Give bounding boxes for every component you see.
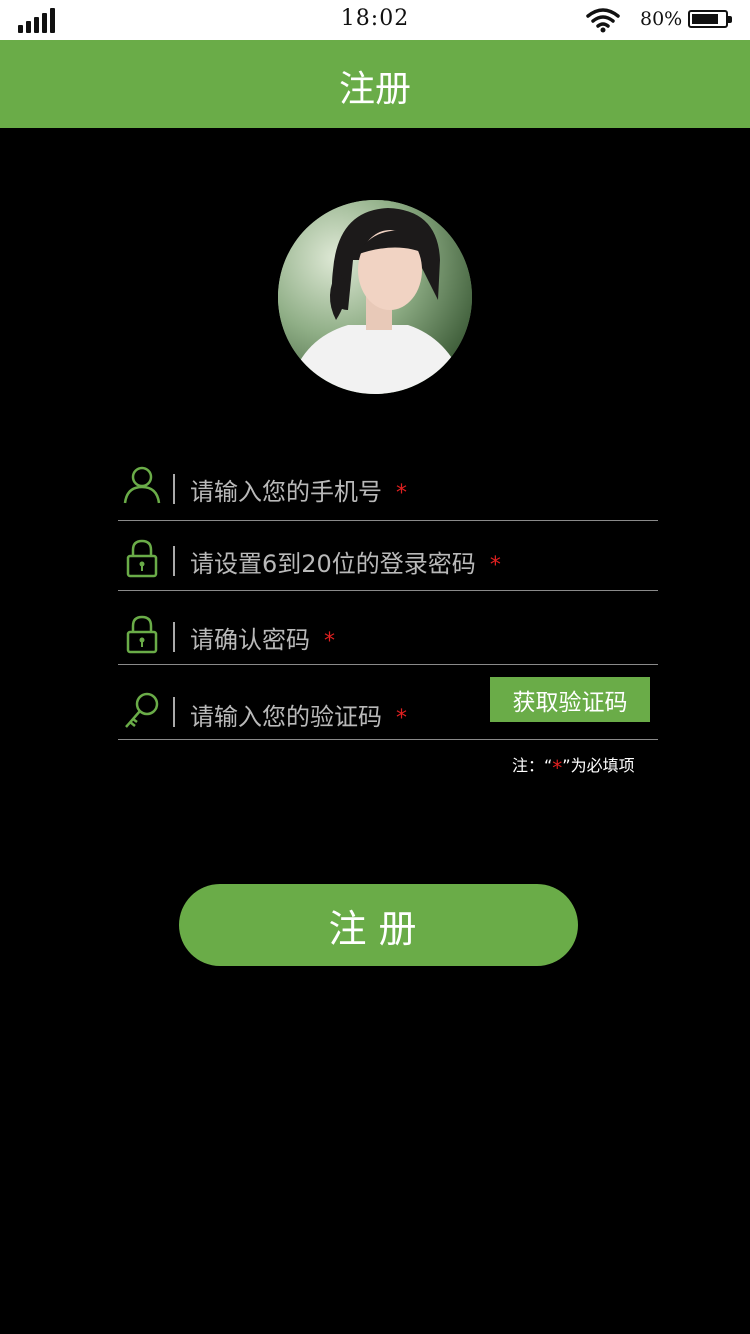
note-suffix: ”为必填项 — [562, 756, 635, 775]
code-input[interactable]: 请输入您的验证码 * — [190, 697, 407, 732]
get-code-button[interactable]: 获取验证码 — [490, 677, 650, 722]
row-divider — [173, 697, 175, 727]
phone-placeholder: 请输入您的手机号 — [190, 478, 382, 506]
user-icon — [123, 466, 161, 504]
confirm-password-row[interactable]: 请确认密码 * — [118, 594, 658, 665]
avatar-photo — [278, 200, 472, 394]
battery-icon — [688, 10, 732, 28]
status-bar: 18:02 80% — [0, 0, 750, 40]
phone-row[interactable]: 请输入您的手机号 * — [118, 450, 658, 521]
lock-icon — [126, 615, 158, 654]
lock-icon — [126, 539, 158, 578]
avatar[interactable] — [278, 200, 472, 394]
note-prefix: 注：“ — [512, 756, 553, 775]
status-time: 18:02 — [340, 6, 410, 31]
wifi-icon — [586, 8, 620, 33]
header-bar: 注册 — [0, 40, 750, 128]
code-placeholder: 请输入您的验证码 — [190, 703, 382, 731]
register-button[interactable]: 注册 — [179, 884, 578, 966]
confirm-password-input[interactable]: 请确认密码 * — [190, 620, 335, 655]
required-note: 注：“*”为必填项 — [512, 752, 635, 780]
required-mark: * — [552, 756, 563, 780]
battery-percent: 80% — [640, 8, 683, 30]
password-input[interactable]: 请设置6到20位的登录密码 * — [190, 544, 501, 579]
page-title: 注册 — [338, 69, 411, 110]
key-icon — [125, 692, 159, 728]
code-row[interactable]: 请输入您的验证码 * 获取验证码 — [118, 669, 658, 740]
row-divider — [173, 622, 175, 652]
confirm-placeholder: 请确认密码 — [190, 626, 310, 654]
password-placeholder: 请设置6到20位的登录密码 — [190, 550, 476, 578]
phone-input[interactable]: 请输入您的手机号 * — [190, 472, 407, 507]
required-mark: * — [396, 481, 407, 506]
row-divider — [173, 474, 175, 504]
required-mark: * — [324, 629, 335, 654]
battery-fill — [692, 14, 718, 24]
password-row[interactable]: 请设置6到20位的登录密码 * — [118, 520, 658, 591]
required-mark: * — [489, 553, 501, 578]
required-mark: * — [396, 706, 407, 731]
row-divider — [173, 546, 175, 576]
